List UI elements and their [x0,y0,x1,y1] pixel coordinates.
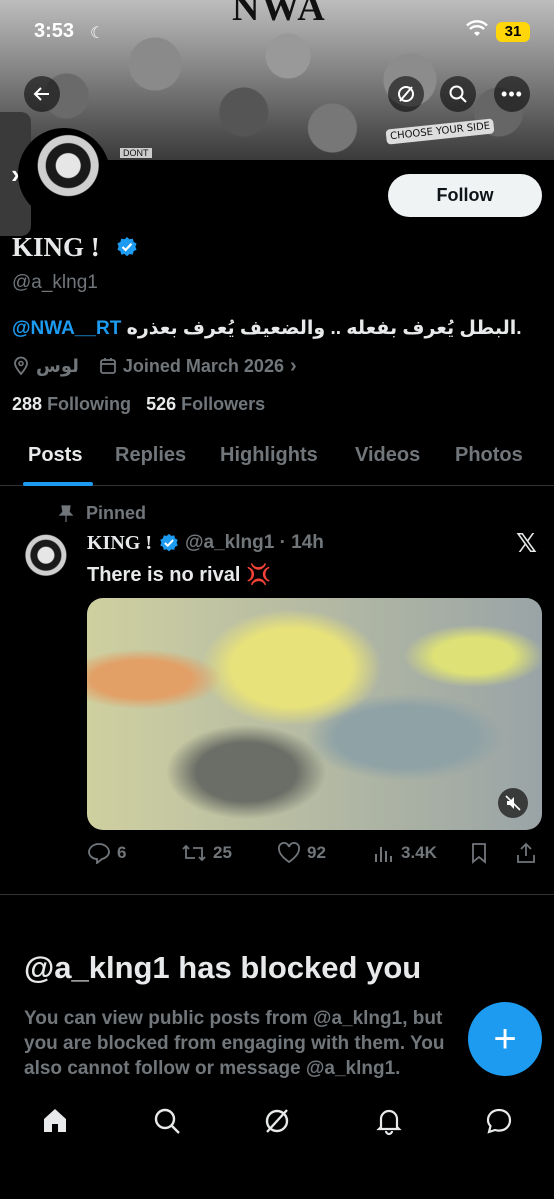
chevron-right-icon[interactable]: › [290,355,297,378]
reply-icon [88,843,110,864]
search-icon [449,85,467,103]
mute-button[interactable] [498,788,528,818]
plus-icon: + [493,1016,517,1061]
grok-icon [398,86,414,102]
post-author-name[interactable]: KING ! [87,532,152,555]
profile-avatar[interactable] [18,128,110,220]
display-name: KING ! [12,232,100,262]
repost-button[interactable]: 25 [181,842,232,864]
bookmark-button[interactable] [469,842,495,864]
active-tab-indicator [23,482,93,486]
follow-button[interactable]: Follow [388,174,542,217]
profile-meta: لوس Joined March 2026 › [12,354,303,378]
tab-photos[interactable]: Photos [455,444,523,467]
verified-badge-icon [160,533,178,552]
post-video[interactable] [87,598,542,830]
tab-replies[interactable]: Replies [115,444,186,467]
back-button[interactable] [24,76,60,112]
status-time: 3:53 [34,20,75,42]
back-icon [33,87,49,101]
profile-handle: @a_klng1 [12,272,98,293]
mute-icon [505,795,521,811]
explore-icon[interactable] [152,1106,182,1136]
compose-button[interactable]: + [468,1002,542,1076]
banner-label: DONT [120,148,152,158]
tab-posts[interactable]: Posts [28,444,82,467]
more-icon: ••• [501,83,523,104]
follow-counts: 288 Following 526 Followers [12,394,265,415]
calendar-icon [99,358,116,374]
moon-icon: ☾ [90,25,105,42]
pinned-label: Pinned [58,503,146,524]
tab-highlights[interactable]: Highlights [220,444,318,467]
joined-date: Joined March 2026 [122,355,284,376]
wifi-icon [466,20,488,43]
x-logo-icon[interactable]: 𝕏 [516,528,537,559]
post-text: There is no rival 💢 [87,564,271,586]
search-button[interactable] [440,76,476,112]
bio-mention-link[interactable]: @NWA__RT [12,318,121,339]
share-button[interactable] [515,842,543,864]
post-handle-time: @a_klng1 · 14h [185,532,324,553]
blocked-title: @a_klng1 has blocked you [24,950,422,985]
reply-button[interactable]: 6 [87,842,126,864]
profile-tabs: Posts Replies Highlights Videos Photos [0,432,554,486]
pin-icon [58,504,74,522]
profile-bio: @NWA__RT البطل يُعرف بفعله .. والضعيف يُ… [12,317,542,340]
bottom-nav [0,1094,554,1199]
post-actions: 6 25 92 3.4K [87,842,542,870]
views-button[interactable]: 3.4K [373,842,437,864]
battery-indicator: 31 [496,22,530,42]
notifications-icon[interactable] [374,1106,404,1136]
views-icon [375,847,392,862]
post-avatar[interactable] [14,532,72,590]
bio-text: البطل يُعرف بفعله .. والضعيف يُعرف بعذره… [126,318,522,339]
location-text: لوس [36,355,79,376]
more-button[interactable]: ••• [494,76,530,112]
followers-link[interactable]: 526 Followers [146,394,265,414]
bookmark-icon [472,843,486,864]
tab-videos[interactable]: Videos [355,444,420,467]
verified-badge-icon[interactable] [116,236,138,258]
divider [0,894,554,895]
home-icon[interactable] [40,1106,70,1136]
messages-icon[interactable] [484,1106,514,1136]
blocked-message: You can view public posts from @a_klng1,… [24,1008,445,1079]
like-button[interactable]: 92 [277,842,326,864]
repost-icon [182,844,206,862]
share-icon [517,842,535,863]
location-icon [14,356,28,376]
status-bar: 3:53 ☾ 31 [0,18,554,48]
following-link[interactable]: 288 Following [12,394,131,414]
grok-icon[interactable] [262,1106,292,1136]
grok-button[interactable] [388,76,424,112]
banner-caption: CHOOSE YOUR SIDE [385,118,495,145]
like-icon [278,842,300,864]
